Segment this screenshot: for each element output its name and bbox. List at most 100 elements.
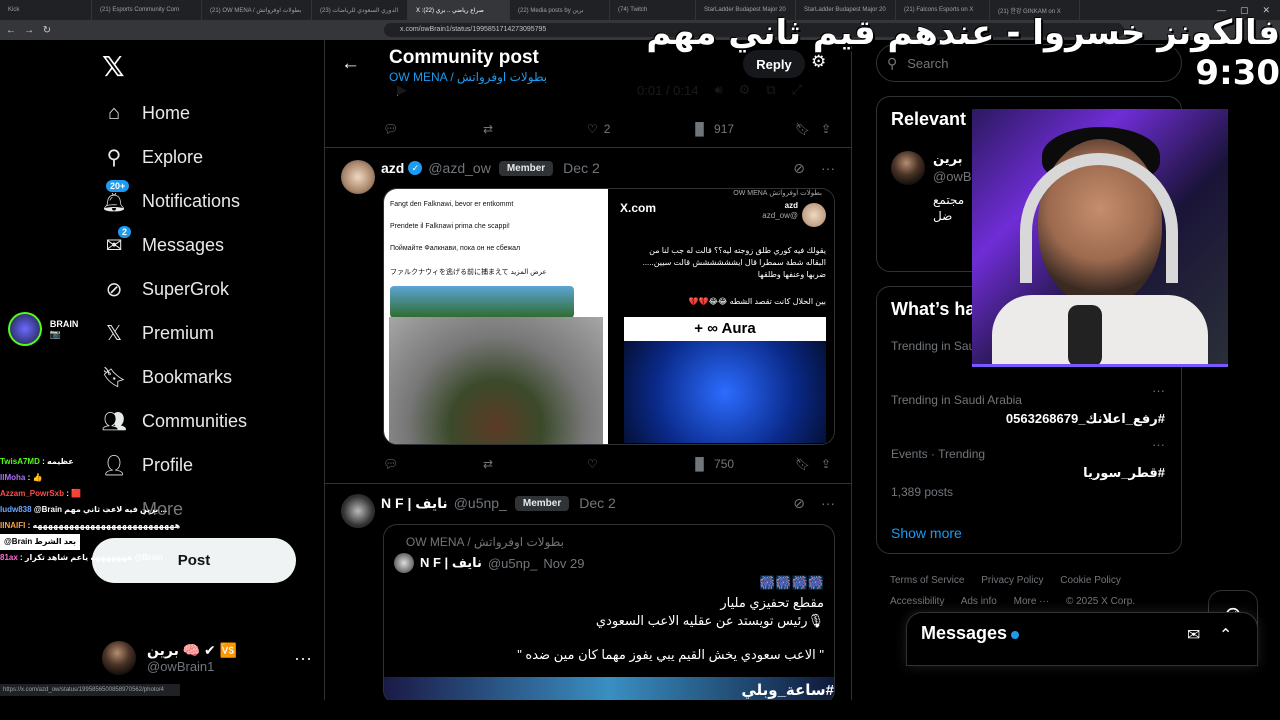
grok-icon[interactable]: ⊘: [793, 160, 805, 177]
chat-text: : هههههههههههههههههههههههههههه: [27, 521, 181, 530]
author-handle[interactable]: @u5np_: [454, 495, 507, 511]
sidebar-item-home[interactable]: ⌂ Home: [102, 98, 190, 128]
post-tools: ⊘ ···: [793, 160, 835, 177]
post-actions: 💬︎ ⇄ ♡ 2 ▐▌ 917 🔖︎ ⇪: [381, 118, 841, 140]
sidebar-item-supergrok[interactable]: ⊘ SuperGrok: [102, 274, 229, 304]
footer-link[interactable]: Terms of Service: [890, 575, 964, 586]
views-icon: ▐▌: [691, 122, 709, 136]
sidebar-item-messages[interactable]: ✉ 2 Messages: [102, 225, 224, 260]
quote-text-line: " الاعب سعودي يخش القيم يبي يفوز مهما كا…: [517, 647, 824, 662]
embedded-community: بطولات اوفرواتش OW MENA: [733, 190, 822, 197]
reload-icon[interactable]: ↻: [40, 25, 54, 36]
quote-date: Nov 29: [543, 555, 585, 571]
account-handle: @owBrain1: [147, 659, 215, 674]
sidebar-item-label: Bookmarks: [142, 366, 233, 387]
grok-icon[interactable]: ⊘: [793, 495, 805, 512]
browser-tab[interactable]: الدوري السعودي للرياضات (23): [312, 0, 408, 20]
post-actions: 💬︎ ⇄ ♡ ▐▌ 750 🔖︎ ⇪: [381, 453, 841, 475]
back-icon[interactable]: ←: [4, 25, 18, 36]
chat-message: ludw838 @Brain برين فيه لاعب ثاني مهم ..…: [0, 502, 235, 518]
browser-tab-active[interactable]: X :صراع رياضي .. بري (22): [408, 0, 510, 20]
repost-icon[interactable]: ⇄: [483, 457, 493, 471]
browser-tab[interactable]: (21) Esports Community Corn: [92, 0, 202, 20]
sidebar-item-premium[interactable]: 𝕏 Premium: [102, 318, 214, 348]
sidebar-item-bookmarks[interactable]: 🔖︎ Bookmarks: [101, 362, 233, 392]
divider: [325, 147, 851, 148]
footer-link[interactable]: More ···: [1014, 596, 1050, 607]
expand-chevron-icon[interactable]: ⌃: [1219, 625, 1232, 645]
sidebar-item-label: Notifications: [142, 190, 241, 211]
bookmark-icon[interactable]: 🔖︎: [795, 457, 810, 471]
browser-tab[interactable]: Kick: [0, 0, 92, 20]
post-date[interactable]: Dec 2: [563, 160, 600, 176]
more-icon[interactable]: ···: [1152, 383, 1165, 398]
views-button[interactable]: ▐▌ 917: [691, 122, 734, 136]
share-icon[interactable]: ⇪: [821, 457, 831, 471]
post-media-grid[interactable]: Fangt den Falknawi, bevor er entkommt Pr…: [383, 188, 835, 445]
aura-caption: + ∞ Aura: [624, 317, 826, 341]
author-handle[interactable]: @azd_ow: [428, 160, 490, 176]
x-logo-icon[interactable]: 𝕏: [102, 50, 125, 83]
show-more-link[interactable]: Show more: [891, 525, 962, 541]
stream-overlay-title: فالكونز خسروا - عندهم قيم ثاني مهم 9:30: [646, 13, 1280, 93]
sidebar-item-label: Premium: [142, 322, 215, 343]
reply-icon[interactable]: 💬︎: [383, 122, 398, 136]
footer-link[interactable]: Accessibility: [890, 596, 944, 607]
footer-link[interactable]: Cookie Policy: [1060, 575, 1121, 586]
copyright: © 2025 X Corp.: [1065, 596, 1136, 607]
account-switcher[interactable]: برين 🧠 ✔ 🆚 @owBrain1 ···: [102, 638, 312, 678]
chat-user: IlMoha: [0, 473, 26, 482]
media-tile[interactable]: Fangt den Falknawi, bevor er entkommt Pr…: [384, 189, 608, 444]
browser-tab[interactable]: (21) OW MENA / بطولات اوفرواتش: [202, 0, 312, 20]
back-arrow-icon[interactable]: ←: [341, 53, 360, 75]
messages-dock[interactable]: Messages ✉ ⌃: [906, 612, 1258, 666]
author-name[interactable]: azd: [381, 160, 404, 176]
sidebar-item-label: Communities: [142, 410, 248, 431]
compose-message-icon[interactable]: ✉: [1187, 625, 1200, 645]
sidebar-item-explore[interactable]: ⚲ Explore: [102, 142, 203, 172]
search-icon: ⚲: [106, 146, 122, 169]
forward-icon[interactable]: →: [22, 25, 36, 36]
more-icon[interactable]: ···: [821, 160, 835, 177]
webcam-overlay: [972, 109, 1228, 367]
grok-icon: ⊘: [105, 278, 123, 301]
avatar[interactable]: [891, 151, 925, 185]
quote-author: N F | نايف: [420, 555, 482, 570]
quoted-post[interactable]: OW MENA / بطولات اوفرواتش N F | نايف @u5…: [383, 524, 835, 700]
verified-icon: ✓: [408, 161, 423, 175]
footer-link[interactable]: Ads info: [961, 596, 997, 607]
person-name[interactable]: برين: [933, 151, 963, 167]
avatar[interactable]: [341, 494, 375, 528]
views-button[interactable]: ▐▌ 750: [691, 457, 734, 471]
chat-user: ludw838: [0, 505, 32, 514]
community-link[interactable]: OW MENA / بطولات اوفرواتش: [389, 70, 547, 84]
more-icon[interactable]: ···: [1152, 437, 1165, 452]
media-text: Поймайте Фалкнави, пока он не сбежал: [390, 245, 521, 252]
x-logo-icon: 𝕏: [105, 322, 123, 345]
footer-link[interactable]: Privacy Policy: [981, 575, 1043, 586]
avatar[interactable]: [341, 160, 375, 194]
trend-name[interactable]: #قطر_سوريا: [1083, 465, 1165, 481]
more-icon[interactable]: ···: [821, 495, 835, 512]
embedded-handle: @azd_ow: [762, 211, 798, 220]
heart-icon[interactable]: ♡: [587, 457, 598, 471]
chat-message: IlMoha : 👍: [0, 470, 235, 486]
like-button[interactable]: ♡ 2: [587, 122, 610, 136]
sidebar-item-notifications[interactable]: 🔔︎ 20+ Notifications: [101, 179, 241, 216]
share-icon[interactable]: ⇪: [821, 122, 831, 136]
reply-icon[interactable]: 💬︎: [383, 457, 398, 471]
trend-name[interactable]: #رفع_اعلانك_0563268679: [1006, 411, 1165, 427]
repost-icon[interactable]: ⇄: [483, 122, 493, 136]
quote-header: N F | نايف @u5np_ Nov 29: [394, 553, 585, 573]
main-timeline: ← Community post OW MENA / بطولات اوفروا…: [324, 40, 852, 700]
sidebar-item-communities[interactable]: 👥︎ Communities: [101, 406, 248, 436]
post-date[interactable]: Dec 2: [579, 495, 616, 511]
chat-user: Azzam_PowrSxb: [0, 489, 65, 498]
account-names: برين 🧠 ✔ 🆚 @owBrain1: [147, 642, 237, 674]
bookmark-icon[interactable]: 🔖︎: [795, 122, 810, 136]
streamer-name: BRAIN 📷: [49, 318, 79, 339]
more-icon[interactable]: ···: [294, 648, 312, 669]
media-tile[interactable]: بطولات اوفرواتش OW MENA X.com azd @azd_o…: [610, 189, 834, 444]
author-name[interactable]: N F | نايف: [381, 495, 448, 512]
quote-community[interactable]: OW MENA / بطولات اوفرواتش: [406, 535, 564, 549]
